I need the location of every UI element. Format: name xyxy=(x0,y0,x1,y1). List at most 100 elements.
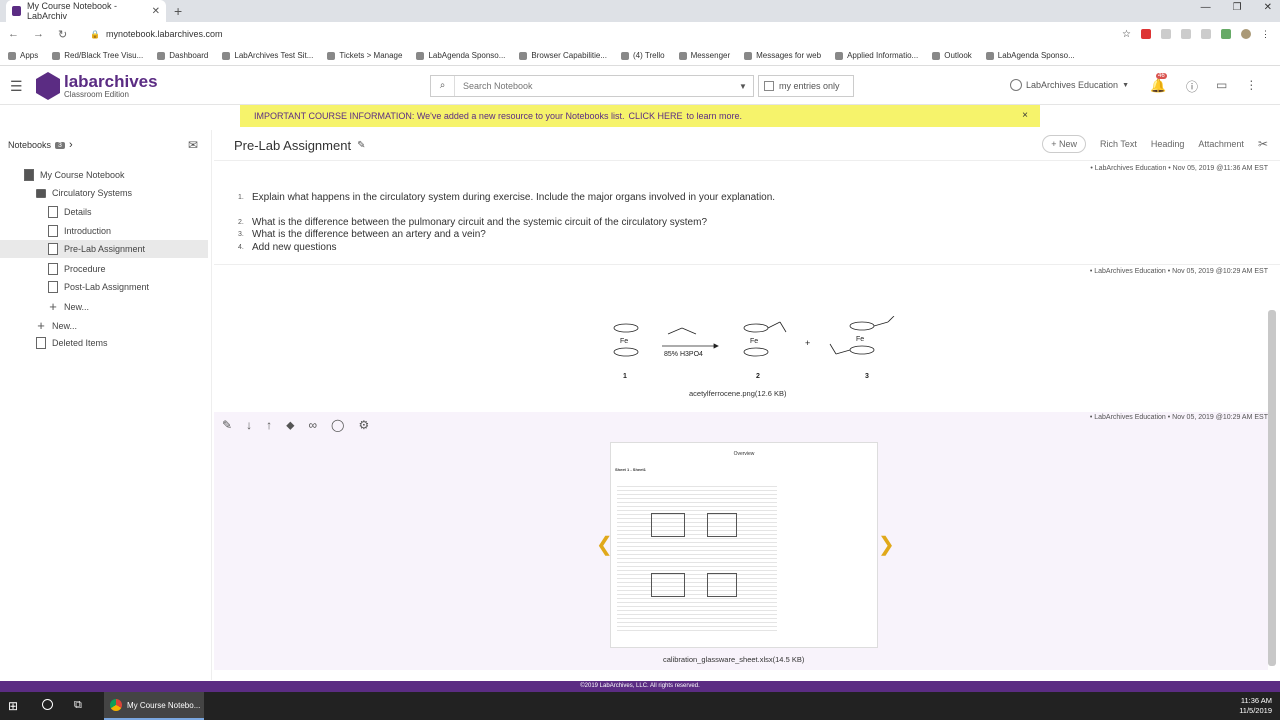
tree-item-introduction[interactable]: Introduction xyxy=(48,225,111,237)
tree-item-my-course-notebook[interactable]: My Course Notebook xyxy=(24,169,125,181)
star-icon[interactable]: ☆ xyxy=(1122,29,1131,40)
entry-toolbar: + New Rich Text Heading Attachment ✂ xyxy=(1042,135,1280,153)
restore-icon[interactable]: ❐ xyxy=(1233,2,1242,13)
extension-icon[interactable] xyxy=(1161,28,1171,39)
user-menu[interactable]: LabArchives Education ▼ xyxy=(1010,79,1129,91)
presentation-icon[interactable]: ▭ xyxy=(1216,78,1227,95)
rich-text-entry[interactable]: 1. Explain what happens in the circulator… xyxy=(238,192,775,254)
tree-item-label: New... xyxy=(52,320,78,331)
tag-icon[interactable]: ⬥ xyxy=(286,418,294,433)
task-view-icon[interactable]: ⧉ xyxy=(74,699,82,712)
image-caption[interactable]: acetylferrocene.png(12.6 KB) xyxy=(689,389,787,398)
move-up-icon[interactable]: ↑ xyxy=(266,418,272,433)
system-clock[interactable]: 11:36 AM 11/5/2019 xyxy=(1239,696,1272,716)
bookmark-item[interactable]: Dashboard xyxy=(157,51,208,60)
next-arrow-icon[interactable]: ❯ xyxy=(878,532,895,557)
settings-gear-icon[interactable]: ⚙ xyxy=(358,418,369,433)
hamburger-menu-icon[interactable]: ☰ xyxy=(10,78,23,95)
logo-subtitle: Classroom Edition xyxy=(64,90,129,99)
extension-icon[interactable] xyxy=(1141,28,1151,39)
banner-link[interactable]: CLICK HERE xyxy=(629,111,683,121)
tree-item-details[interactable]: Details xyxy=(48,206,92,218)
new-tab-icon[interactable]: + xyxy=(174,3,182,19)
windows-taskbar: ⊞ ⧉ My Course Notebo... 11:36 AM 11/5/20… xyxy=(0,692,1280,720)
search-icon[interactable]: ⌕ xyxy=(431,76,455,96)
extension-icon[interactable] xyxy=(1201,28,1211,39)
my-entries-checkbox[interactable] xyxy=(764,81,774,91)
sheet-table-box xyxy=(651,573,685,597)
banner-text: IMPORTANT COURSE INFORMATION: We've adde… xyxy=(254,111,625,121)
edit-title-icon[interactable]: ✎ xyxy=(357,140,365,151)
bookmark-item[interactable]: Outlook xyxy=(932,51,972,60)
reload-icon[interactable]: ↻ xyxy=(58,28,67,41)
profile-avatar[interactable] xyxy=(1241,28,1251,39)
bookmark-item[interactable]: Red/Black Tree Visu... xyxy=(52,51,143,60)
inbox-icon[interactable]: ✉ xyxy=(188,138,198,152)
more-icon[interactable]: ⋮ xyxy=(1245,78,1257,95)
sheet-grid xyxy=(617,483,777,633)
page-scrollbar[interactable] xyxy=(1268,310,1276,666)
tree-item-deleted-items[interactable]: Deleted Items xyxy=(36,337,108,349)
new-folder-button[interactable]: + New... xyxy=(36,318,77,333)
page-title-text: Pre-Lab Assignment xyxy=(234,138,352,153)
close-window-icon[interactable]: ✕ xyxy=(1264,2,1272,13)
search-dropdown-icon[interactable]: ▼ xyxy=(733,82,753,91)
my-entries-toggle[interactable]: my entries only xyxy=(758,75,854,97)
clock-date: 11/5/2019 xyxy=(1239,706,1272,715)
url-field[interactable]: mynotebook.labarchives.com xyxy=(106,29,1122,39)
bookmark-item[interactable]: Browser Capabilitie... xyxy=(519,51,607,60)
comment-icon[interactable]: ◯ xyxy=(331,418,344,433)
forward-icon[interactable]: → xyxy=(33,28,44,41)
search-circle-icon[interactable] xyxy=(42,699,53,710)
bookmark-item[interactable]: LabAgenda Sponso... xyxy=(416,51,505,60)
question-text: What is the difference between the pulmo… xyxy=(252,216,708,228)
bookmark-item[interactable]: Messenger xyxy=(679,51,731,60)
tree-item-post-lab-assignment[interactable]: Post-Lab Assignment xyxy=(48,281,149,293)
tools-icon[interactable]: ✂ xyxy=(1258,137,1268,151)
bookmark-item[interactable]: LabAgenda Sponso... xyxy=(986,51,1075,60)
bookmark-item[interactable]: Apps xyxy=(8,51,38,60)
attachment-button[interactable]: Attachment xyxy=(1198,139,1244,149)
new-page-button[interactable]: + New... xyxy=(48,299,89,314)
edit-icon[interactable]: ✎ xyxy=(222,418,232,433)
bookmark-item[interactable]: Tickets > Manage xyxy=(327,51,402,60)
extension-icon[interactable] xyxy=(1181,28,1191,39)
minimize-icon[interactable]: — xyxy=(1201,2,1211,13)
bookmark-item[interactable]: Applied Informatio... xyxy=(835,51,918,60)
notifications-bell-icon[interactable]: 🔔 xyxy=(1150,78,1166,94)
taskbar-chrome-app[interactable]: My Course Notebo... xyxy=(104,692,204,720)
attachment-caption[interactable]: calibration_glassware_sheet.xlsx(14.5 KB… xyxy=(663,655,804,664)
address-bar-row: ← → ↻ 🔒 mynotebook.labarchives.com ☆ ⋮ xyxy=(0,22,1280,46)
browser-tab[interactable]: My Course Notebook - LabArchiv ✕ xyxy=(6,0,166,22)
course-info-banner: IMPORTANT COURSE INFORMATION: We've adde… xyxy=(240,105,1040,127)
tree-item-procedure[interactable]: Procedure xyxy=(48,263,106,275)
bookmark-item[interactable]: (4) Trello xyxy=(621,51,665,60)
move-down-icon[interactable]: ↓ xyxy=(246,418,252,433)
rich-text-button[interactable]: Rich Text xyxy=(1100,139,1137,149)
menu-icon[interactable]: ⋮ xyxy=(1261,29,1270,40)
tree-item-label: Post-Lab Assignment xyxy=(64,282,150,292)
close-banner-icon[interactable]: × xyxy=(1022,110,1028,121)
question-item: 3. What is the difference between an arte… xyxy=(238,229,775,242)
extension-icon[interactable] xyxy=(1221,28,1231,39)
notebooks-header[interactable]: Notebooks 3 › xyxy=(8,139,73,151)
tree-item-circulatory-systems[interactable]: Circulatory Systems xyxy=(36,188,132,198)
bookmark-item[interactable]: Messages for web xyxy=(744,51,821,60)
close-tab-icon[interactable]: ✕ xyxy=(152,6,160,17)
search-input[interactable] xyxy=(455,81,733,91)
bookmark-item[interactable]: LabArchives Test Sit... xyxy=(222,51,313,60)
page-icon xyxy=(48,281,58,293)
user-name: LabArchives Education xyxy=(1026,80,1119,90)
attachment-entry[interactable]: ✎ ↓ ↑ ⬥ ∞ ◯ ⚙ • LabArchives Education • … xyxy=(214,412,1268,670)
tree-item-pre-lab-assignment[interactable]: Pre-Lab Assignment xyxy=(0,240,208,258)
new-entry-button[interactable]: + New xyxy=(1042,135,1087,153)
heading-button[interactable]: Heading xyxy=(1151,139,1185,149)
help-icon[interactable]: ⓘ xyxy=(1186,78,1198,95)
link-icon[interactable]: ∞ xyxy=(308,418,317,433)
windows-start-icon[interactable]: ⊞ xyxy=(8,699,18,713)
back-icon[interactable]: ← xyxy=(8,28,19,41)
spreadsheet-preview[interactable]: Overview Sheet 1 - Sheet1 xyxy=(610,442,878,648)
acetylferrocene-image[interactable]: Fe Fe Fe 85% H3PO4 + 1 2 3 xyxy=(610,316,910,382)
fe-label: Fe xyxy=(856,336,864,343)
entry-tools: ✎ ↓ ↑ ⬥ ∞ ◯ ⚙ xyxy=(222,418,369,433)
